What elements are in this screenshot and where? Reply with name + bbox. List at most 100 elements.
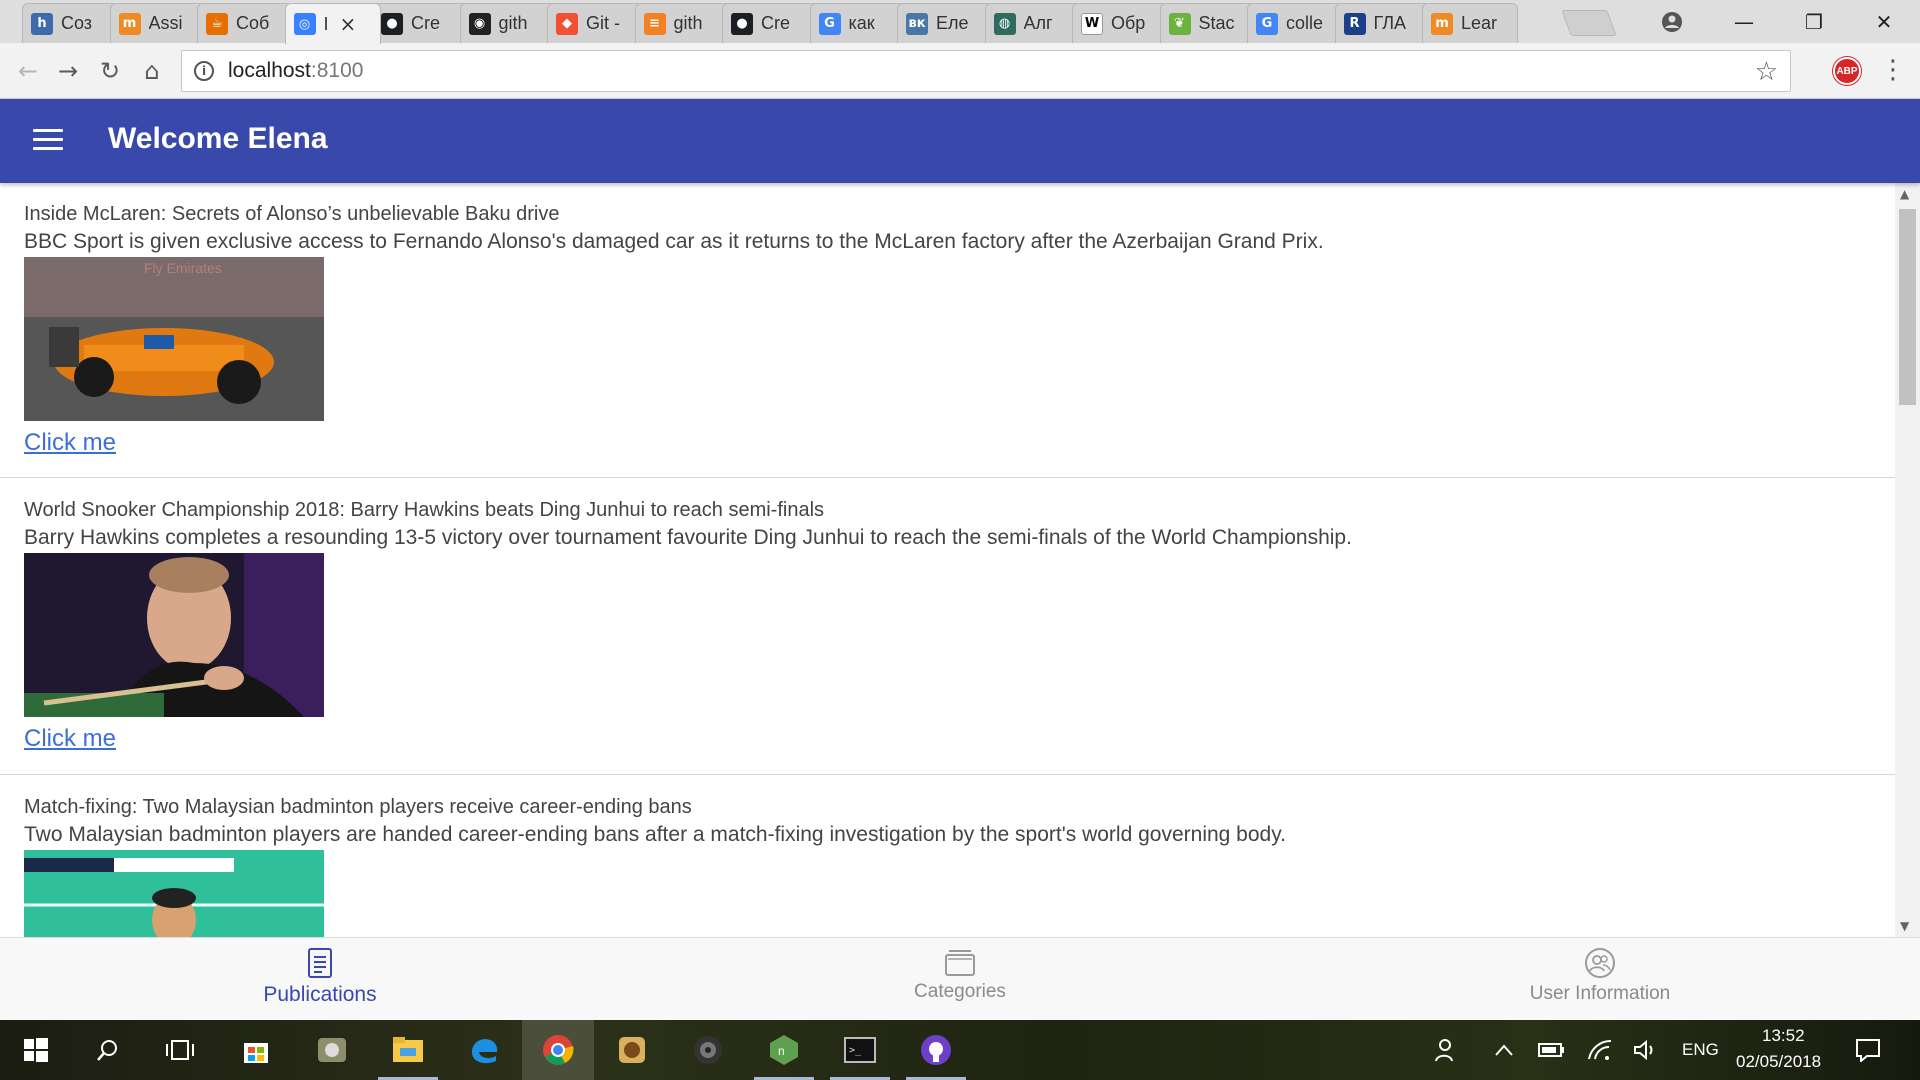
browser-tab[interactable]: ◎ I × [284,3,381,44]
article-title: Match-fixing: Two Malaysian badminton pl… [24,796,692,818]
browser-tab[interactable]: ● Cre [372,3,468,43]
scroll-down-arrow-icon[interactable]: ▼ [1900,919,1909,933]
wifi-icon[interactable] [1578,1028,1622,1072]
tab-publications[interactable]: Publications [0,938,640,1021]
browser-tab-title: Алг [1023,13,1053,33]
moodle-icon: m [1431,12,1453,35]
article-description: Two Malaysian badminton players are hand… [24,823,1286,846]
windows-taskbar: n >_ ENG 13:52 02/05/2018 [0,1020,1920,1080]
restore-window-button[interactable]: ❐ [1786,5,1842,39]
adblock-plus-icon[interactable]: ABP [1833,57,1861,85]
bookmark-star-icon[interactable]: ☆ [1755,57,1778,87]
badminton-player-image [24,850,324,937]
app-icon[interactable] [610,1028,654,1072]
profile-icon[interactable] [1644,5,1700,39]
article-card: Inside McLaren: Secrets of Alonso’s unbe… [0,183,1895,478]
browser-tab[interactable]: ◆ Git - [547,3,643,43]
browser-tab-title: Cre [761,13,791,33]
task-view-icon[interactable] [158,1028,202,1072]
close-window-button[interactable]: ✕ [1856,5,1912,39]
people-icon[interactable] [1424,1028,1468,1072]
media-player-icon[interactable] [686,1028,730,1072]
chrome-browser-icon[interactable] [522,1020,594,1080]
browser-tab[interactable]: ❦ Stac [1159,3,1256,43]
browser-tab[interactable]: h Соз [22,3,118,43]
volume-icon[interactable] [1624,1028,1668,1072]
language-indicator[interactable]: ENG [1682,1040,1719,1060]
file-explorer-icon[interactable] [378,1028,438,1080]
browser-tab[interactable]: ● Cre [722,3,818,43]
close-tab-icon[interactable]: × [340,12,357,36]
page-title: Welcome Elena [108,122,328,155]
github-desktop-icon[interactable] [906,1028,966,1080]
nodejs-icon[interactable]: n [754,1028,814,1080]
r-icon: R [1343,12,1366,35]
article-title: Inside McLaren: Secrets of Alonso’s unbe… [24,203,560,225]
edge-browser-icon[interactable] [462,1028,506,1072]
browser-tab[interactable]: ◍ Алг [984,3,1081,43]
minimize-window-button[interactable]: — [1716,5,1772,39]
wikipedia-icon: W [1081,12,1103,35]
address-bar-url[interactable]: localhost:8100 [228,59,363,83]
search-icon[interactable] [86,1028,130,1072]
forward-arrow-icon[interactable]: → [52,55,84,87]
snooker-player-image [24,553,324,717]
browser-tab-title: как [848,13,875,33]
new-tab-button[interactable] [1561,10,1617,36]
browser-tab-title: Соб [236,13,270,33]
address-bar[interactable]: i localhost:8100 ☆ [181,50,1791,92]
feed-scrollbar[interactable]: ▲ ▼ [1895,183,1920,937]
store-icon[interactable] [234,1028,278,1072]
svg-text:Fly Emirates: Fly Emirates [144,260,222,276]
leaf-icon: ❦ [1168,12,1191,35]
moodle-icon: m [118,12,141,35]
app-icon[interactable] [310,1028,354,1072]
clock-date[interactable]: 02/05/2018 [1736,1052,1821,1072]
article-click-link[interactable]: Click me [24,429,116,457]
home-icon[interactable]: ⌂ [136,55,168,87]
browser-tab[interactable]: вк Еле [897,3,993,43]
article-description: Barry Hawkins completes a resounding 13-… [24,526,1352,549]
scroll-up-arrow-icon[interactable]: ▲ [1900,187,1909,201]
browser-tab[interactable]: ◉ gith [459,3,556,43]
mclaren-car-image: Fly Emirates [24,257,324,421]
browser-tab[interactable]: Gкак [809,3,906,43]
windows-start-icon[interactable] [14,1028,58,1072]
tab-categories[interactable]: Categories [640,938,1280,1021]
scrollbar-thumb[interactable] [1899,209,1916,405]
reload-icon[interactable]: ↻ [94,55,126,87]
browser-tab-title: I [323,13,329,34]
browser-menu-icon[interactable]: ⋮ [1880,55,1906,85]
hamburger-menu-icon[interactable] [33,129,63,153]
article-description: BBC Sport is given exclusive access to F… [24,230,1324,253]
chevron-up-icon[interactable] [1482,1028,1526,1072]
article-title: World Snooker Championship 2018: Barry H… [24,499,825,521]
browser-tab[interactable]: W Обр [1072,3,1168,43]
clock-time[interactable]: 13:52 [1762,1026,1805,1046]
browser-tab[interactable]: Gcolle [1247,3,1343,43]
notification-icon[interactable] [1846,1028,1890,1072]
svg-text:>_: >_ [849,1045,862,1056]
git-icon: ◆ [556,12,578,35]
browser-tab-title: Еле [936,13,969,33]
browser-tab-title: colle [1286,13,1324,33]
article-click-link[interactable]: Click me [24,725,116,753]
github-icon: ● [731,12,753,35]
stackoverflow-icon: ≡ [643,12,666,35]
browser-tab[interactable]: R ГЛА [1334,3,1431,43]
terminal-icon[interactable]: >_ [830,1028,890,1080]
google-icon: G [818,12,841,35]
back-arrow-icon[interactable]: ← [12,55,44,87]
document-icon [308,948,332,978]
site-info-icon[interactable]: i [194,61,214,81]
browser-tab-strip: h Соз m Assi ☕ Соб ◎ I × ● Cre ◉ gith ◆ Git - ≡ gith ● Cre… [0,0,1920,44]
tab-user-information[interactable]: User Information [1280,938,1920,1021]
browser-tab-title: Соз [61,13,93,33]
browser-tab[interactable]: ≡ gith [634,3,731,43]
battery-icon[interactable] [1530,1028,1574,1072]
browser-tab[interactable]: m Lear [1422,3,1518,43]
tab-categories-label: Categories [914,981,1006,1002]
browser-tab-title: Cre [411,13,441,33]
browser-tab[interactable]: ☕ Соб [197,3,293,43]
browser-tab[interactable]: m Assi [109,3,206,43]
